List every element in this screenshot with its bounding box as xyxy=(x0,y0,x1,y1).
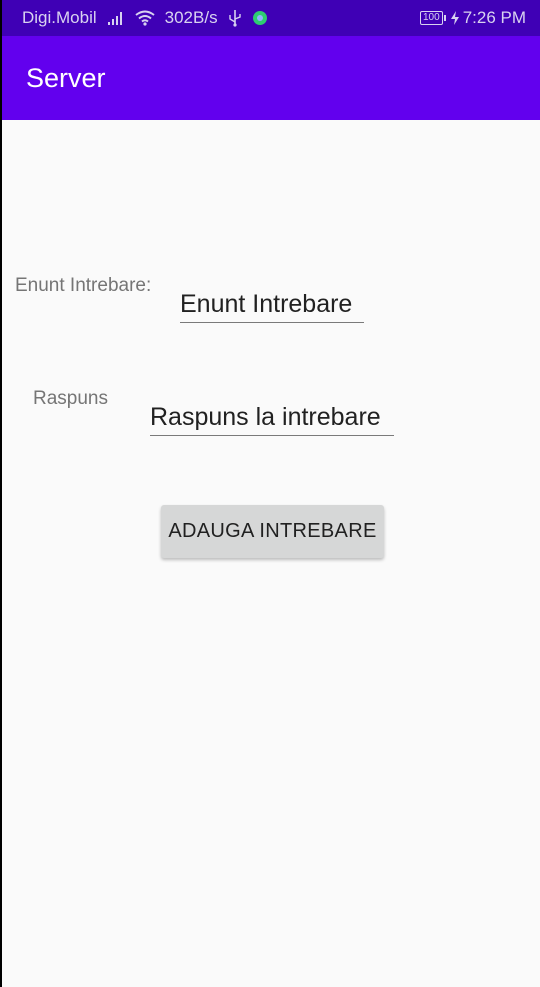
wifi-icon xyxy=(135,10,155,26)
status-bar: Digi.Mobil 302B/s 100 7:26 PM xyxy=(2,0,540,36)
answer-input[interactable]: Raspuns la intrebare xyxy=(150,403,394,436)
status-right: 100 7:26 PM xyxy=(420,8,526,28)
usb-icon xyxy=(228,9,242,27)
add-question-button[interactable]: ADAUGA INTREBARE xyxy=(161,505,384,558)
toolbar-title: Server xyxy=(26,63,106,93)
network-speed: 302B/s xyxy=(164,8,218,27)
app-toolbar: Server xyxy=(2,36,540,120)
answer-label: Raspuns xyxy=(33,388,108,409)
app-screen: Digi.Mobil 302B/s 100 7:26 PM Server Enu… xyxy=(2,0,540,987)
charging-icon xyxy=(450,11,459,25)
battery-icon: 100 xyxy=(420,11,446,25)
question-label: Enunt Intrebare: xyxy=(15,275,152,296)
status-left: Digi.Mobil 302B/s xyxy=(22,8,268,28)
carrier-name: Digi.Mobil xyxy=(22,8,97,27)
clock: 7:26 PM xyxy=(462,8,526,27)
signal-icon xyxy=(107,11,125,25)
question-input[interactable]: Enunt Intrebare xyxy=(180,290,364,323)
app-notification-icon xyxy=(252,10,268,26)
